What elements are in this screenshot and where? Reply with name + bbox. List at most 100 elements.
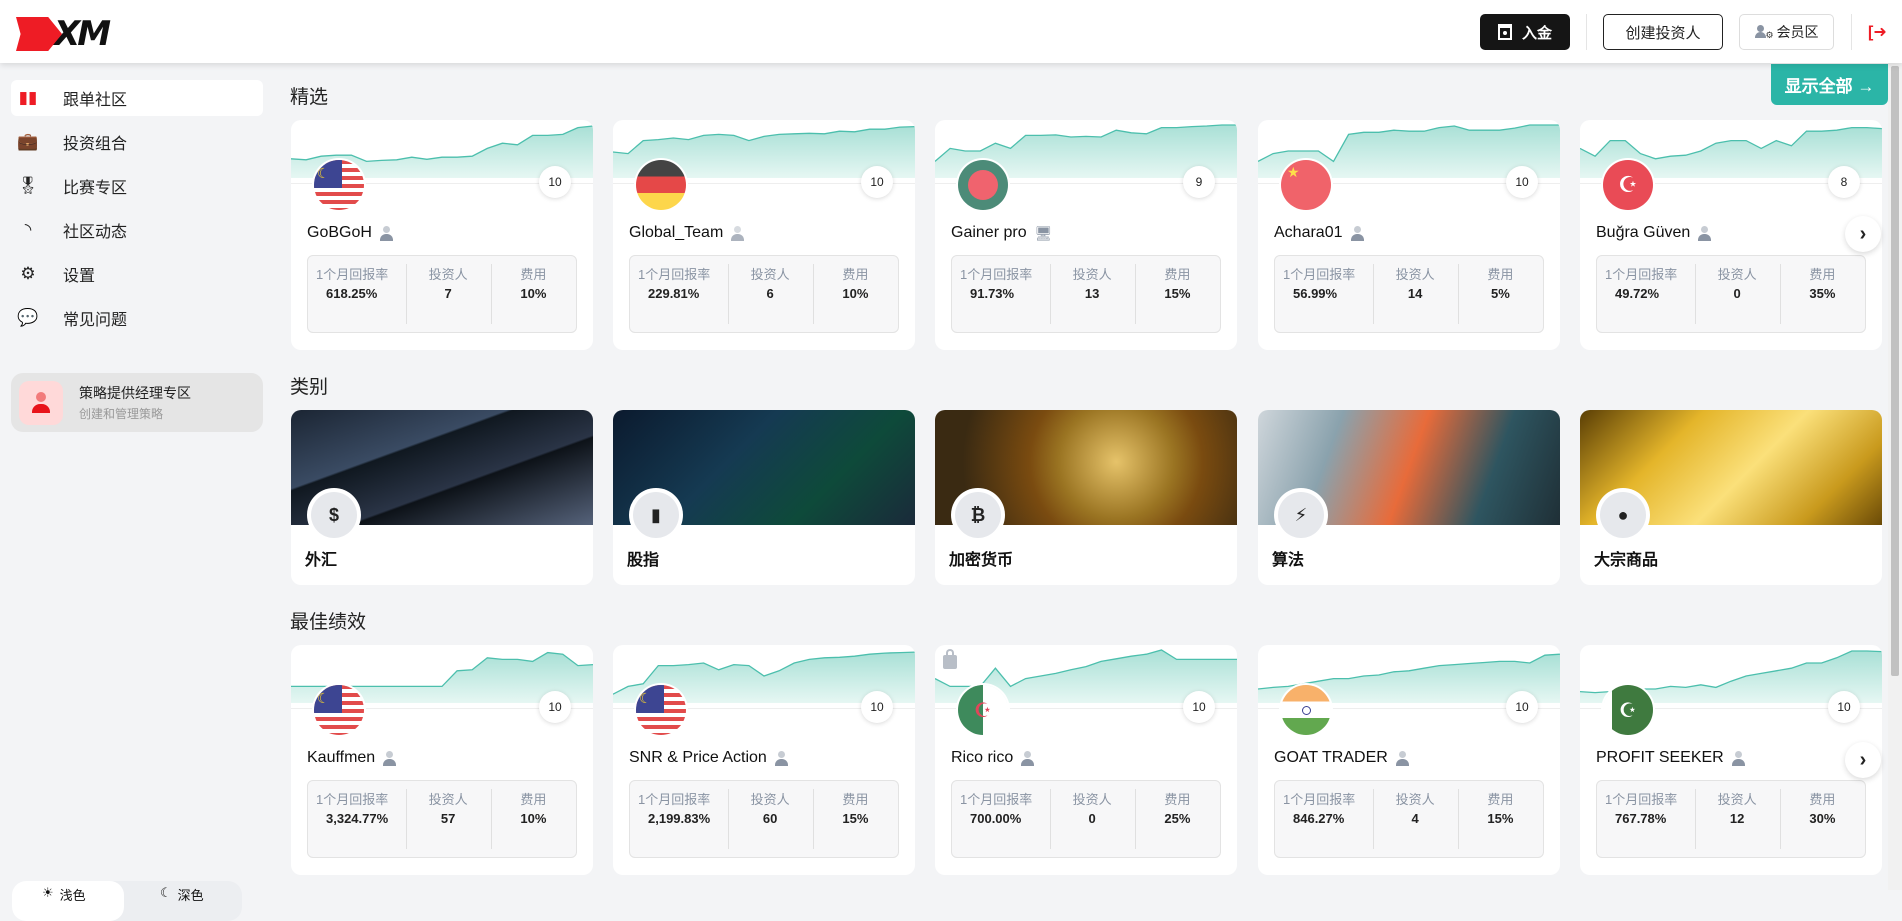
strategy-manager-area[interactable]: 策略提供经理专区 创建和管理策略 (11, 373, 263, 432)
sun-icon: ☀ (42, 885, 54, 900)
strategy-name[interactable]: Rico rico (951, 749, 1013, 767)
fee-value: 15% (842, 811, 869, 826)
return-label: 1个月回报率 (1605, 267, 1678, 282)
fee-label: 费用 (520, 267, 547, 282)
theme-dark-option[interactable]: ☾ 深色 (130, 881, 242, 921)
fee-value: 30% (1809, 811, 1836, 826)
strategy-name[interactable]: SNR & Price Action (629, 749, 767, 767)
strategy-card[interactable]: ☪ 10 Rico rico 1个月回报率 700.00% 投资人 0 费用 25% (935, 645, 1237, 875)
moon-icon: ☾ (160, 885, 172, 900)
strategy-card[interactable]: ☾ 10 Kauffmen 1个月回报率 3,324.77% 投资人 57 费用 10… (291, 645, 593, 875)
deposit-label: 入金 (1521, 24, 1552, 42)
category-label: 股指 (627, 552, 660, 569)
return-value: 700.00% (970, 811, 1022, 826)
categories-section-title: 类别 (290, 377, 329, 398)
strategy-name[interactable]: Achara01 (1274, 224, 1343, 242)
investors-value: 60 (762, 811, 778, 826)
category-card[interactable]: ▮ 股指 (613, 410, 915, 585)
strategy-card[interactable]: 10 GOAT TRADER 1个月回报率 846.27% 投资人 4 费用 15% (1258, 645, 1560, 875)
return-label: 1个月回报率 (1283, 267, 1356, 282)
sidebar-item-label: 投资组合 (63, 136, 128, 153)
desktop-icon: 🖥 (1034, 224, 1053, 241)
strategy-card[interactable]: 10 Global_Team 1个月回报率 229.81% 投资人 6 费用 10% (613, 120, 915, 350)
logout-icon[interactable]: [➜ (1868, 22, 1887, 42)
strategy-card[interactable]: ☪ 10 PROFIT SEEKER 1个月回报率 767.78% 投资人 12 费… (1580, 645, 1882, 875)
fee-label: 费用 (1487, 267, 1514, 282)
bar-chart-icon: ▮ (633, 492, 679, 538)
strategy-card[interactable]: ☾ 10 SNR & Price Action 1个月回报率 2,199.83% … (613, 645, 915, 875)
risk-score-badge: 10 (1828, 691, 1860, 723)
fee-label: 费用 (842, 792, 869, 807)
strategy-name[interactable]: GOAT TRADER (1274, 749, 1388, 767)
page-scrollbar[interactable] (1888, 63, 1902, 890)
manager-area-title: 策略提供经理专区 (79, 385, 191, 401)
investors-value: 6 (766, 286, 774, 301)
featured-next-arrow[interactable]: › (1845, 216, 1881, 252)
strategy-card[interactable]: ★ 10 Achara01 1个月回报率 56.99% 投资人 14 费用 5% (1258, 120, 1560, 350)
scrollbar-thumb[interactable] (1891, 66, 1899, 676)
theme-toggle[interactable]: ☀ 浅色 ☾ 深色 (12, 881, 242, 921)
return-label: 1个月回报率 (638, 792, 711, 807)
strategy-stats: 1个月回报率 700.00% 投资人 0 费用 25% (951, 780, 1221, 858)
show-all-button[interactable]: 显示全部 → (1771, 64, 1888, 105)
strategy-card[interactable]: ☪ 8 Buğra Güven 1个月回报率 49.72% 投资人 0 费用 35% (1580, 120, 1882, 350)
country-flag-india (1281, 685, 1331, 735)
category-card[interactable]: $ 外汇 (291, 410, 593, 585)
investors-label: 投资人 (1072, 792, 1112, 807)
strategy-name[interactable]: Gainer pro (951, 224, 1027, 242)
sidebar-item-copy-community[interactable]: ▮▮ 跟单社区 (11, 80, 263, 116)
strategy-name[interactable]: GoBGoH (307, 224, 372, 242)
strategy-card[interactable]: 9 Gainer pro 🖥 1个月回报率 91.73% 投资人 13 费用 15% (935, 120, 1237, 350)
theme-dark-label: 深色 (177, 888, 204, 903)
person-icon (1731, 750, 1745, 766)
fee-label: 费用 (1809, 792, 1836, 807)
strategy-card[interactable]: ☾ 10 GoBGoH 1个月回报率 618.25% 投资人 7 费用 10% (291, 120, 593, 350)
manager-avatar-icon (19, 380, 63, 425)
manager-icon (731, 225, 745, 241)
xm-logo[interactable]: XM (16, 14, 111, 54)
sidebar-item-faq[interactable]: 💬 常见问题 (11, 300, 263, 336)
sidebar-item-label: 设置 (63, 268, 96, 285)
best-next-arrow[interactable]: › (1845, 742, 1881, 778)
strategy-name[interactable]: PROFIT SEEKER (1596, 749, 1724, 767)
risk-score-badge: 10 (539, 166, 571, 198)
dollar-icon: $ (311, 492, 357, 538)
category-label: 加密货币 (949, 552, 1014, 569)
investors-label: 投资人 (1072, 267, 1112, 282)
lock-icon (943, 649, 957, 669)
member-area-button[interactable]: ⚙ 会员区 (1739, 14, 1834, 50)
strategy-name[interactable]: Kauffmen (307, 749, 375, 767)
strategy-stats: 1个月回报率 618.25% 投资人 7 费用 10% (307, 255, 577, 333)
strategy-stats: 1个月回报率 49.72% 投资人 0 费用 35% (1596, 255, 1866, 333)
create-investor-button[interactable]: 创建投资人 (1603, 14, 1723, 50)
investors-value: 13 (1084, 286, 1100, 301)
investors-value: 0 (1733, 286, 1741, 301)
person-icon (383, 750, 397, 766)
return-label: 1个月回报率 (316, 792, 389, 807)
theme-light-option[interactable]: ☀ 浅色 (12, 881, 124, 921)
deposit-button[interactable]: 入金 (1480, 14, 1570, 50)
lightning-icon: ⚡ (1278, 492, 1324, 538)
strategy-name[interactable]: Global_Team (629, 224, 723, 242)
sidebar-item-community-feed[interactable]: ◝ 社区动态 (11, 212, 263, 248)
sidebar-item-portfolio[interactable]: 💼 投资组合 (11, 124, 263, 160)
category-card[interactable]: ⚡ 算法 (1258, 410, 1560, 585)
risk-score-badge: 10 (1506, 166, 1538, 198)
risk-score-badge: 10 (1506, 691, 1538, 723)
category-label: 外汇 (305, 552, 338, 569)
sidebar-item-settings[interactable]: ⚙ 设置 (11, 256, 263, 292)
investors-label: 投资人 (1717, 267, 1757, 282)
return-value: 56.99% (1293, 286, 1338, 301)
sidebar-item-label: 社区动态 (63, 224, 128, 241)
fee-label: 费用 (1164, 792, 1191, 807)
country-flag-malaysia: ☾ (314, 685, 364, 735)
sidebar-item-contests[interactable]: 🎖 比赛专区 (11, 168, 263, 204)
category-card[interactable]: ₿ 加密货币 (935, 410, 1237, 585)
risk-score-badge: 10 (1183, 691, 1215, 723)
investors-value: 4 (1411, 811, 1419, 826)
category-card[interactable]: ● 大宗商品 (1580, 410, 1882, 585)
briefcase-icon: 💼 (17, 132, 39, 151)
strategy-stats: 1个月回报率 767.78% 投资人 12 费用 30% (1596, 780, 1866, 858)
strategy-stats: 1个月回报率 91.73% 投资人 13 费用 15% (951, 255, 1221, 333)
strategy-name[interactable]: Buğra Güven (1596, 224, 1690, 242)
